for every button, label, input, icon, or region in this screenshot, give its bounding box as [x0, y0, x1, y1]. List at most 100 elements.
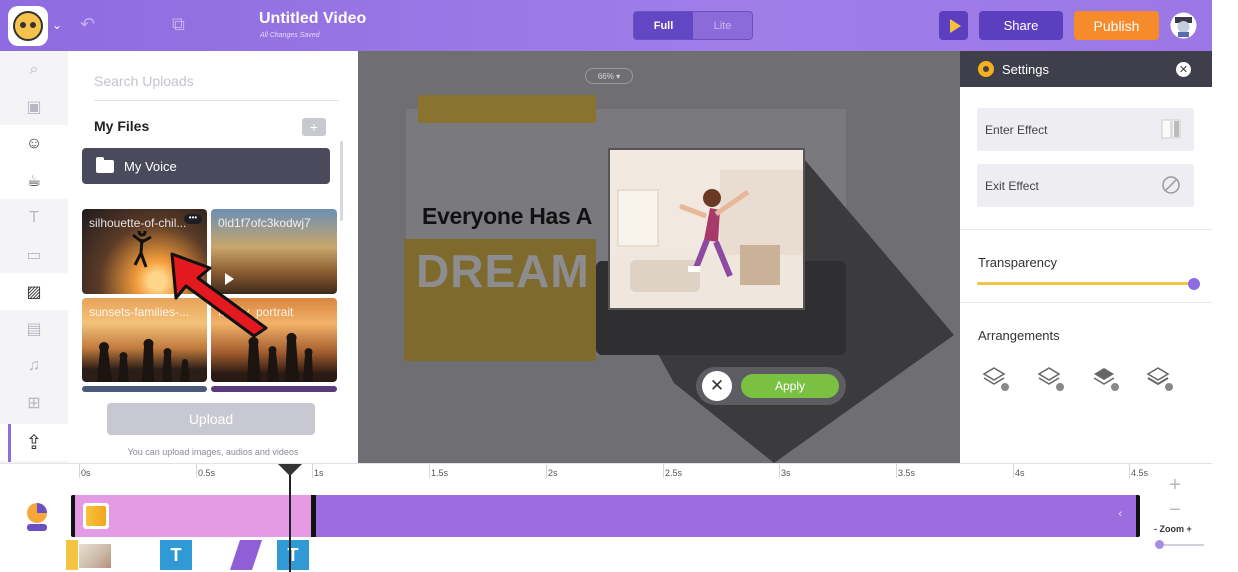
thumb-label: 0ld1f7ofc3kodwj7 — [218, 216, 311, 230]
rail-effects-icon[interactable]: ⊞ — [0, 384, 68, 421]
thumb-label: silhouette-of-chil... — [89, 216, 187, 230]
zoom-out-button[interactable]: − — [1166, 500, 1184, 520]
enter-effect-icon[interactable] — [1160, 118, 1182, 140]
ruler-tick-label: 4.5s — [1131, 468, 1149, 478]
zoom-in-button[interactable]: + — [1166, 475, 1184, 495]
chevron-down-icon[interactable]: ⌄ — [52, 18, 62, 32]
panel-scrollbar[interactable] — [340, 141, 343, 221]
zoom-slider-track[interactable] — [1158, 544, 1204, 546]
ruler-tick — [546, 464, 547, 478]
video-title[interactable]: Untitled Video — [259, 10, 366, 28]
rail-characters-icon[interactable]: ☺ — [0, 125, 68, 162]
rail-props-icon[interactable]: ☕ — [0, 162, 68, 199]
ruler-tick-label: 2s — [548, 468, 558, 478]
playhead-handle[interactable] — [278, 464, 302, 476]
yellow-bar-shape[interactable] — [418, 95, 596, 123]
cancel-close-button[interactable]: ✕ — [702, 371, 732, 401]
ruler-tick-label: 4s — [1015, 468, 1025, 478]
send-to-back-icon[interactable] — [1144, 362, 1174, 392]
undo-icon[interactable]: ↶ — [80, 14, 95, 35]
preview-play-button[interactable] — [939, 11, 968, 40]
more-options-icon[interactable]: ••• — [184, 214, 202, 224]
ruler-tick — [663, 464, 664, 478]
timeline: 0s 0.5s 1s 1.5s 2s 2.5s 3s 3.5s 4s 4.5s ‹ T T + −… — [0, 463, 1212, 572]
top-bar: ⌄ ↶ ⧉ Untitled Video All Changes Saved F… — [0, 0, 1212, 51]
upload-button[interactable]: Upload — [107, 403, 315, 435]
rail-search-icon[interactable]: ⌕ — [0, 51, 68, 88]
mode-lite-button[interactable]: Lite — [693, 12, 752, 39]
new-folder-button[interactable]: + — [302, 118, 326, 136]
rail-templates-icon[interactable]: ▣ — [0, 88, 68, 125]
ruler-tick — [1129, 464, 1130, 478]
rail-active-indicator — [8, 424, 11, 462]
duplicate-icon[interactable]: ⧉ — [172, 14, 185, 35]
no-effect-icon[interactable] — [1160, 174, 1182, 196]
folder-my-voice[interactable]: My Voice — [82, 148, 330, 184]
tool-rail: ⌕ ▣ ☺ ☕ T ▭ ▨ ▤ ♫ ⊞ ⇪ — [0, 51, 68, 463]
folder-icon — [96, 156, 114, 173]
divider — [960, 229, 1212, 230]
publish-button[interactable]: Publish — [1074, 11, 1159, 40]
ruler-tick-label: 0s — [81, 468, 91, 478]
upload-thumb-partial[interactable] — [211, 386, 337, 392]
ruler-tick — [779, 464, 780, 478]
user-avatar-icon[interactable] — [1170, 12, 1197, 39]
arrangements-label: Arrangements — [978, 328, 1060, 343]
character-track-icon[interactable] — [24, 502, 50, 532]
dream-text[interactable]: DREAM — [416, 244, 590, 298]
gear-icon — [978, 61, 994, 77]
canvas-stage: 66% ▾ Everyone Has A DREAM ✕ Apply — [358, 51, 960, 463]
ruler-tick — [312, 464, 313, 478]
upload-thumb-partial[interactable] — [82, 386, 207, 392]
rail-images-icon[interactable]: ▨ — [0, 273, 68, 310]
ruler-tick-label: 3s — [781, 468, 791, 478]
annotation-arrow — [170, 252, 268, 338]
enter-effect-row[interactable]: Enter Effect — [977, 108, 1194, 151]
logo-character-icon — [13, 11, 43, 41]
playhead-line[interactable] — [289, 472, 291, 572]
ruler-tick-label: 0.5s — [198, 468, 216, 478]
bring-to-front-icon[interactable] — [980, 362, 1010, 392]
search-uploads-input[interactable]: Search Uploads — [94, 73, 339, 101]
selected-clip-segment[interactable] — [75, 495, 311, 537]
settings-panel: Settings ✕ Enter Effect Exit Effect Tran… — [960, 51, 1212, 463]
headline-text[interactable]: Everyone Has A — [422, 203, 592, 230]
shape-object-chip[interactable] — [230, 540, 262, 570]
ruler-tick — [196, 464, 197, 478]
ruler-tick — [79, 464, 80, 478]
clip-trim-handle[interactable] — [311, 495, 316, 537]
mode-full-button[interactable]: Full — [634, 12, 693, 39]
scene-track[interactable]: ‹ — [71, 495, 1140, 537]
app-window: ⌄ ↶ ⧉ Untitled Video All Changes Saved F… — [0, 0, 1238, 572]
share-button[interactable]: Share — [979, 11, 1063, 40]
object-chip-photo[interactable] — [79, 544, 111, 568]
text-object-chip[interactable]: T — [160, 540, 192, 570]
zoom-slider-handle[interactable] — [1155, 540, 1164, 549]
rail-music-icon[interactable]: ♫ — [0, 347, 68, 384]
save-status: All Changes Saved — [260, 32, 320, 39]
text-object-chip[interactable]: T — [277, 540, 309, 570]
rail-background-icon[interactable]: ▭ — [0, 236, 68, 273]
my-files-heading: My Files — [94, 118, 150, 134]
selected-photo-girl[interactable] — [608, 148, 805, 310]
transparency-slider-track[interactable] — [977, 282, 1193, 285]
settings-title: Settings — [1002, 61, 1049, 77]
exit-effect-row[interactable]: Exit Effect — [977, 164, 1194, 207]
close-icon[interactable]: ✕ — [1176, 62, 1191, 77]
zoom-dropdown[interactable]: 66% ▾ — [585, 68, 633, 84]
ruler-tick — [896, 464, 897, 478]
play-icon — [949, 18, 961, 33]
zoom-label: - Zoom + — [1154, 524, 1192, 534]
ruler-tick-label: 3.5s — [898, 468, 916, 478]
rail-video-icon[interactable]: ▤ — [0, 310, 68, 347]
chevron-left-icon[interactable]: ‹ — [1118, 508, 1122, 520]
app-logo[interactable] — [8, 6, 48, 46]
silhouette-figure — [132, 231, 152, 268]
transparency-slider-handle[interactable] — [1188, 278, 1200, 290]
apply-button[interactable]: Apply — [741, 374, 839, 398]
object-chip-shape[interactable] — [66, 540, 78, 570]
zoom-value: 66% — [597, 71, 614, 81]
bring-forward-icon[interactable] — [1035, 362, 1065, 392]
send-backward-icon[interactable] — [1090, 362, 1120, 392]
rail-text-icon[interactable]: T — [0, 199, 68, 236]
